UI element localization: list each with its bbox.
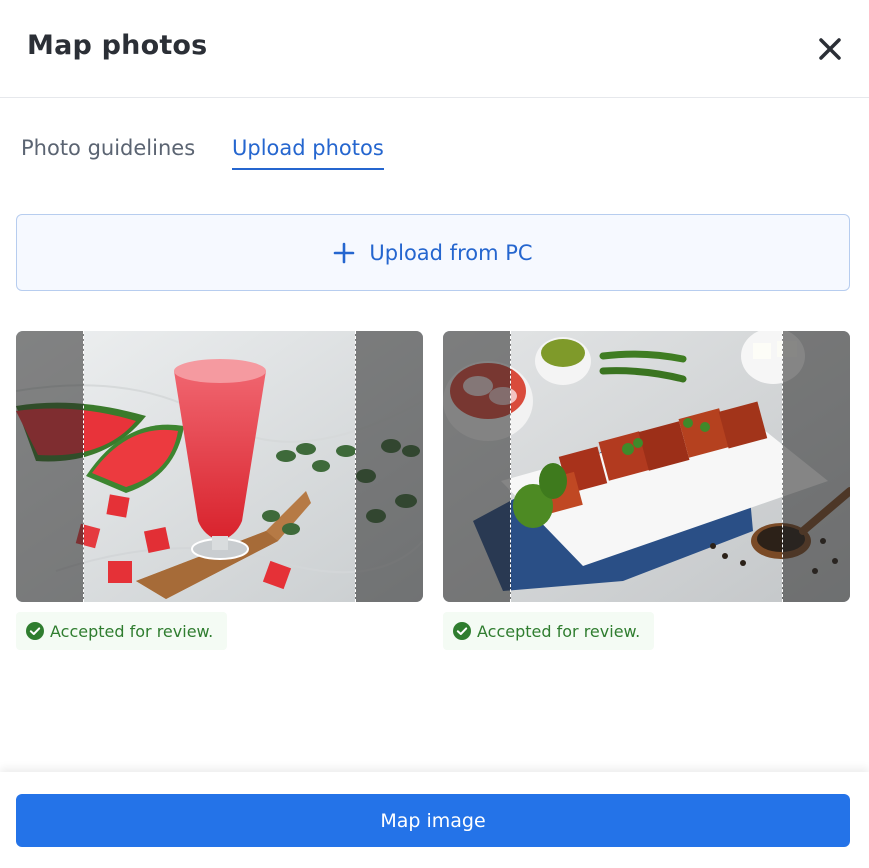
map-photos-dialog: Map photos Photo guidelines Upload photo… [0, 0, 869, 868]
upload-from-pc-button[interactable]: Upload from PC [16, 214, 850, 291]
plus-icon [334, 242, 355, 263]
photo-preview-watermelon-juice[interactable] [16, 331, 423, 602]
dialog-footer: Map image [0, 772, 869, 868]
close-button[interactable] [812, 31, 848, 67]
status-badge: Accepted for review. [443, 612, 655, 650]
photo-card: Accepted for review. [16, 331, 423, 650]
dialog-header: Map photos [0, 0, 869, 98]
map-image-button[interactable]: Map image [16, 794, 850, 847]
upload-label: Upload from PC [369, 240, 533, 265]
status-text: Accepted for review. [477, 621, 641, 641]
crop-shade-right [355, 331, 423, 602]
crop-shade-left [16, 331, 84, 602]
close-icon [819, 38, 841, 60]
tab-upload-photos[interactable]: Upload photos [232, 136, 384, 170]
dialog-title: Map photos [27, 30, 208, 61]
photo-preview-paneer-tikka[interactable] [443, 331, 850, 602]
crop-shade-left [443, 331, 511, 602]
check-circle-icon [453, 622, 471, 640]
crop-shade-right [782, 331, 850, 602]
check-circle-icon [26, 622, 44, 640]
status-text: Accepted for review. [50, 621, 214, 641]
status-badge: Accepted for review. [16, 612, 228, 650]
tab-photo-guidelines[interactable]: Photo guidelines [21, 136, 195, 160]
photo-card: Accepted for review. [443, 331, 850, 650]
